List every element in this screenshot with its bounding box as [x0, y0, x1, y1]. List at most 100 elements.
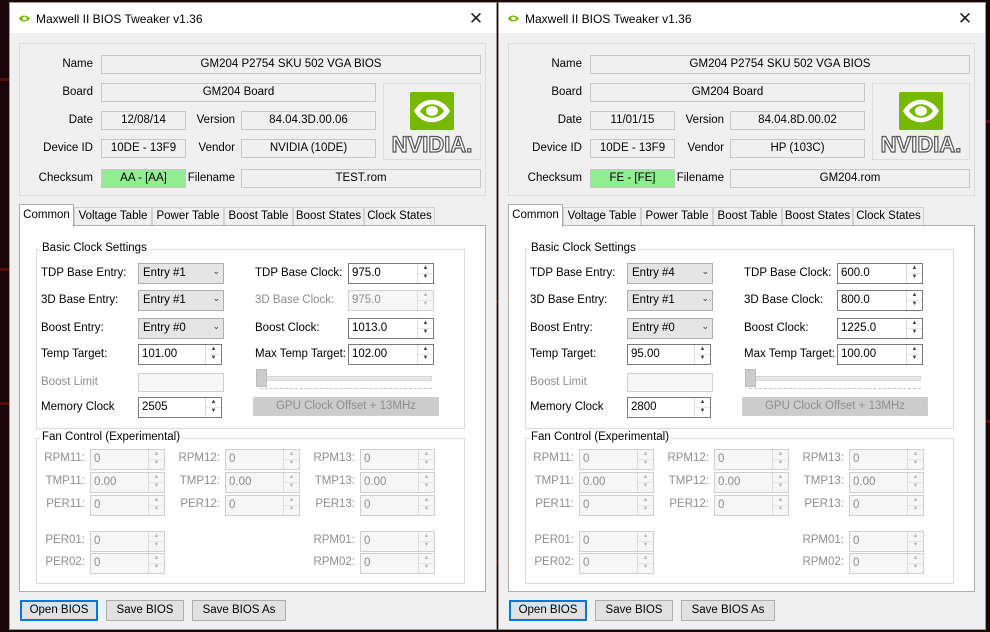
- fan-per11-spinner[interactable]: 0 ▲ ▼: [579, 495, 654, 516]
- open-bios-button[interactable]: Open BIOS: [20, 600, 98, 621]
- spin-down-icon[interactable]: ▼: [419, 563, 434, 572]
- spin-down-icon[interactable]: ▼: [149, 563, 164, 572]
- fan-rpm13-spinner[interactable]: 0 ▲ ▼: [849, 449, 924, 470]
- fan-rpm13-spinner[interactable]: 0 ▲ ▼: [360, 449, 435, 470]
- spin-down-icon[interactable]: ▼: [773, 505, 788, 514]
- fan-rpm11-spinner[interactable]: 0 ▲ ▼: [90, 449, 165, 470]
- slider-thumb[interactable]: [256, 369, 267, 387]
- boost-limit-slider[interactable]: [745, 369, 925, 393]
- tdp-base-entry-select[interactable]: Entry #1 ⌄: [138, 263, 224, 284]
- spin-down-icon[interactable]: ▼: [695, 354, 710, 363]
- memory-clock-spinner[interactable]: 2800 ▲ ▼: [627, 397, 711, 418]
- tab-boost-table[interactable]: Boost Table: [224, 207, 293, 226]
- tab-common[interactable]: Common: [508, 204, 563, 227]
- 3d-base-entry-select[interactable]: Entry #1 ⌄: [627, 290, 713, 311]
- spin-down-icon[interactable]: ▼: [907, 273, 922, 282]
- fan-tmp13-spinner[interactable]: 0.00 ▲ ▼: [849, 472, 924, 493]
- spin-down-icon[interactable]: ▼: [149, 459, 164, 468]
- fan-per01-spinner[interactable]: 0 ▲ ▼: [90, 531, 165, 552]
- max-temp-target-spinner[interactable]: 100.00 ▲ ▼: [837, 344, 923, 365]
- spin-down-icon[interactable]: ▼: [418, 354, 433, 363]
- fan-rpm12-spinner[interactable]: 0 ▲ ▼: [714, 449, 789, 470]
- save-bios-button[interactable]: Save BIOS: [106, 600, 184, 621]
- spin-down-icon[interactable]: ▼: [418, 328, 433, 337]
- title-bar[interactable]: Maxwell II BIOS Tweaker v1.36 ✕: [499, 3, 985, 33]
- spin-down-icon[interactable]: ▼: [149, 482, 164, 491]
- tab-boost-table[interactable]: Boost Table: [713, 207, 782, 226]
- tab-boost-states[interactable]: Boost States: [293, 207, 364, 226]
- spin-down-icon[interactable]: ▼: [638, 541, 653, 550]
- spin-down-icon[interactable]: ▼: [418, 300, 433, 309]
- save-bios-as-button[interactable]: Save BIOS As: [681, 600, 775, 621]
- fan-tmp12-spinner[interactable]: 0.00 ▲ ▼: [225, 472, 300, 493]
- memory-clock-spinner[interactable]: 2505 ▲ ▼: [138, 397, 222, 418]
- tab-power-table[interactable]: Power Table: [641, 207, 713, 226]
- title-bar[interactable]: Maxwell II BIOS Tweaker v1.36 ✕: [10, 3, 496, 33]
- fan-rpm02-spinner[interactable]: 0 ▲ ▼: [849, 553, 924, 574]
- spin-down-icon[interactable]: ▼: [418, 273, 433, 282]
- spin-down-icon[interactable]: ▼: [419, 505, 434, 514]
- tab-power-table[interactable]: Power Table: [152, 207, 224, 226]
- fan-per13-spinner[interactable]: 0 ▲ ▼: [360, 495, 435, 516]
- 3d-base-clock-spinner[interactable]: 800.0 ▲ ▼: [837, 290, 923, 311]
- close-button[interactable]: ✕: [464, 9, 488, 29]
- fan-tmp12-spinner[interactable]: 0.00 ▲ ▼: [714, 472, 789, 493]
- fan-rpm02-spinner[interactable]: 0 ▲ ▼: [360, 553, 435, 574]
- fan-per02-spinner[interactable]: 0 ▲ ▼: [90, 553, 165, 574]
- boost-limit-slider[interactable]: [256, 369, 436, 393]
- spin-down-icon[interactable]: ▼: [419, 459, 434, 468]
- save-bios-as-button[interactable]: Save BIOS As: [192, 600, 286, 621]
- boost-clock-spinner[interactable]: 1225.0 ▲ ▼: [837, 318, 923, 339]
- fan-per13-spinner[interactable]: 0 ▲ ▼: [849, 495, 924, 516]
- spin-down-icon[interactable]: ▼: [638, 482, 653, 491]
- spin-down-icon[interactable]: ▼: [908, 459, 923, 468]
- spin-down-icon[interactable]: ▼: [206, 354, 221, 363]
- spin-down-icon[interactable]: ▼: [773, 482, 788, 491]
- spin-down-icon[interactable]: ▼: [149, 541, 164, 550]
- tdp-base-entry-select[interactable]: Entry #4 ⌄: [627, 263, 713, 284]
- fan-rpm01-spinner[interactable]: 0 ▲ ▼: [849, 531, 924, 552]
- temp-target-spinner[interactable]: 101.00 ▲ ▼: [138, 344, 222, 365]
- tab-voltage-table[interactable]: Voltage Table: [74, 207, 152, 226]
- spin-down-icon[interactable]: ▼: [149, 505, 164, 514]
- 3d-base-entry-select[interactable]: Entry #1 ⌄: [138, 290, 224, 311]
- boost-entry-select[interactable]: Entry #0 ⌄: [138, 318, 224, 339]
- open-bios-button[interactable]: Open BIOS: [509, 600, 587, 621]
- spin-down-icon[interactable]: ▼: [908, 505, 923, 514]
- max-temp-target-spinner[interactable]: 102.00 ▲ ▼: [348, 344, 434, 365]
- fan-tmp13-spinner[interactable]: 0.00 ▲ ▼: [360, 472, 435, 493]
- tab-clock-states[interactable]: Clock States: [364, 207, 435, 226]
- fan-per02-spinner[interactable]: 0 ▲ ▼: [579, 553, 654, 574]
- fan-tmp11-spinner[interactable]: 0.00 ▲ ▼: [579, 472, 654, 493]
- tab-common[interactable]: Common: [19, 204, 74, 227]
- tdp-base-clock-spinner[interactable]: 975.0 ▲ ▼: [348, 263, 434, 284]
- boost-entry-select[interactable]: Entry #0 ⌄: [627, 318, 713, 339]
- fan-per11-spinner[interactable]: 0 ▲ ▼: [90, 495, 165, 516]
- spin-down-icon[interactable]: ▼: [907, 354, 922, 363]
- temp-target-spinner[interactable]: 95.00 ▲ ▼: [627, 344, 711, 365]
- save-bios-button[interactable]: Save BIOS: [595, 600, 673, 621]
- close-button[interactable]: ✕: [953, 9, 977, 29]
- tab-voltage-table[interactable]: Voltage Table: [563, 207, 641, 226]
- spin-down-icon[interactable]: ▼: [284, 459, 299, 468]
- fan-per12-spinner[interactable]: 0 ▲ ▼: [225, 495, 300, 516]
- spin-down-icon[interactable]: ▼: [638, 505, 653, 514]
- spin-down-icon[interactable]: ▼: [638, 459, 653, 468]
- fan-rpm01-spinner[interactable]: 0 ▲ ▼: [360, 531, 435, 552]
- fan-tmp11-spinner[interactable]: 0.00 ▲ ▼: [90, 472, 165, 493]
- spin-down-icon[interactable]: ▼: [907, 300, 922, 309]
- slider-thumb[interactable]: [745, 369, 756, 387]
- gpu-clock-offset-button[interactable]: GPU Clock Offset + 13MHz: [742, 397, 928, 416]
- spin-down-icon[interactable]: ▼: [907, 328, 922, 337]
- tdp-base-clock-spinner[interactable]: 600.0 ▲ ▼: [837, 263, 923, 284]
- spin-down-icon[interactable]: ▼: [908, 541, 923, 550]
- tab-boost-states[interactable]: Boost States: [782, 207, 853, 226]
- spin-down-icon[interactable]: ▼: [284, 505, 299, 514]
- gpu-clock-offset-button[interactable]: GPU Clock Offset + 13MHz: [253, 397, 439, 416]
- spin-down-icon[interactable]: ▼: [908, 482, 923, 491]
- boost-clock-spinner[interactable]: 1013.0 ▲ ▼: [348, 318, 434, 339]
- fan-per01-spinner[interactable]: 0 ▲ ▼: [579, 531, 654, 552]
- spin-down-icon[interactable]: ▼: [206, 407, 221, 416]
- fan-rpm11-spinner[interactable]: 0 ▲ ▼: [579, 449, 654, 470]
- 3d-base-clock-spinner[interactable]: 975.0 ▲ ▼: [348, 290, 434, 311]
